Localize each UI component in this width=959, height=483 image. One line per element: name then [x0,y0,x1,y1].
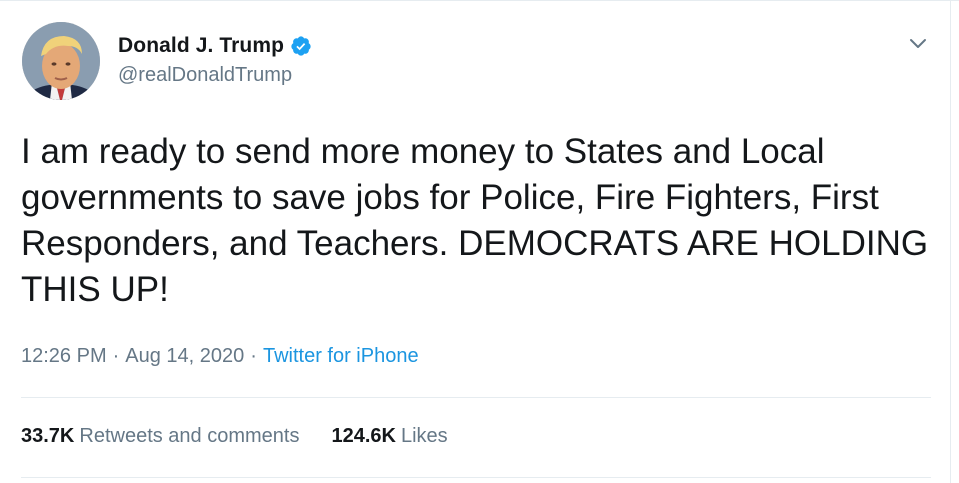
meta-separator: · [112,345,120,367]
divider [21,477,931,478]
tweet-card: Donald J. Trump @realDonaldTrump I am re… [0,0,959,483]
author-name-row[interactable]: Donald J. Trump [118,31,312,61]
meta-separator: · [250,345,257,367]
tweet-metadata: 12:26 PM · Aug 14, 2020 · Twitter for iP… [21,345,419,368]
chevron-down-icon[interactable] [906,31,930,55]
verified-badge-icon [290,35,312,57]
retweets-label: Retweets and comments [79,425,300,447]
tweet-stats: 33.7K Retweets and comments 124.6K Likes [21,425,448,448]
retweets-stat[interactable]: 33.7K Retweets and comments [21,425,299,448]
tweet-time[interactable]: 12:26 PM [21,345,107,368]
retweets-count: 33.7K [21,425,75,447]
card-border [950,1,951,483]
divider [21,397,931,398]
likes-stat[interactable]: 124.6K Likes [331,425,447,448]
tweet-source-link[interactable]: Twitter for iPhone [263,345,419,368]
likes-count: 124.6K [331,425,396,447]
author-display-name[interactable]: Donald J. Trump [118,34,284,58]
tweet-text: I am ready to send more money to States … [21,132,938,309]
likes-label: Likes [400,425,448,447]
tweet-date[interactable]: Aug 14, 2020 [125,345,244,368]
avatar[interactable] [22,22,100,100]
author-handle[interactable]: @realDonaldTrump [118,64,292,87]
